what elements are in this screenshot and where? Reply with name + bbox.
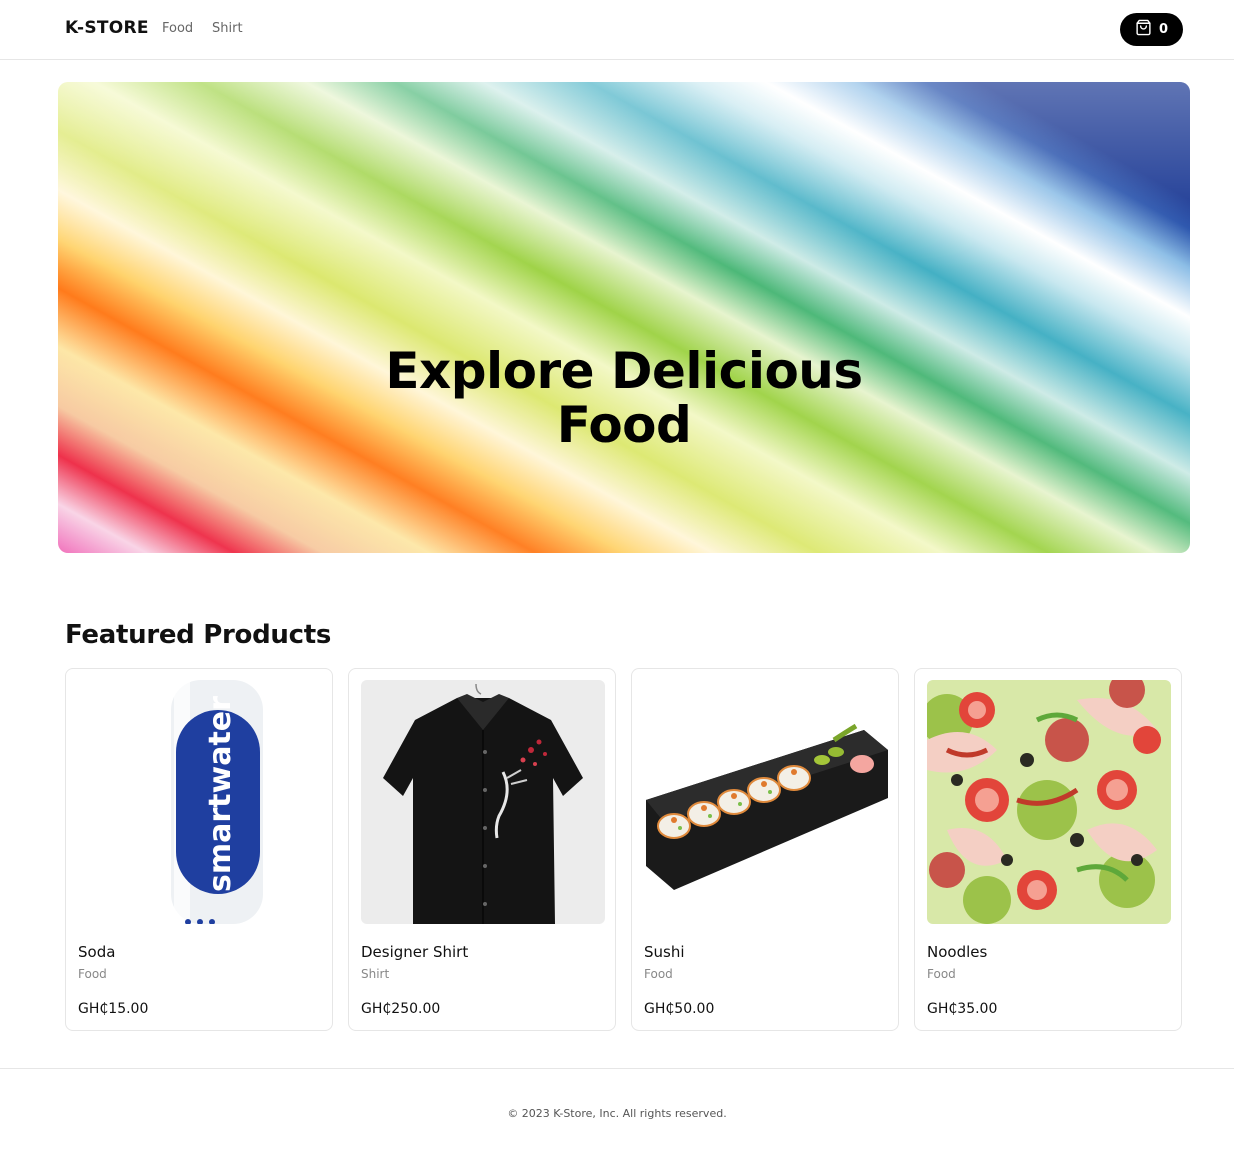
featured-products-heading: Featured Products [65, 620, 332, 650]
hero-banner: Explore Delicious Food [58, 82, 1190, 553]
product-name: Soda [78, 943, 116, 961]
store-logo[interactable]: K-STORE [65, 18, 149, 38]
black-shirt-image[interactable] [361, 680, 605, 924]
product-name: Designer Shirt [361, 943, 469, 961]
salad-image[interactable] [927, 680, 1171, 924]
product-name: Sushi [644, 943, 685, 961]
nav-link-shirt[interactable]: Shirt [212, 21, 243, 36]
product-price: GH₵15.00 [78, 1001, 149, 1017]
copyright-text: © 2023 K-Store, Inc. All rights reserved… [507, 1107, 727, 1120]
cart-button[interactable]: 0 [1120, 13, 1183, 46]
hero-background-image [58, 82, 1190, 553]
shopping-bag-icon [1135, 19, 1152, 40]
cart-count: 0 [1158, 22, 1169, 37]
product-price: GH₵35.00 [927, 1001, 998, 1017]
product-price: GH₵250.00 [361, 1001, 441, 1017]
product-card-noodles[interactable]: Noodles Food GH₵35.00 [914, 668, 1182, 1031]
hero-title-line-1: Explore Delicious [385, 342, 863, 400]
product-name: Noodles [927, 943, 988, 961]
product-card-soda[interactable]: smartwater Soda Food GH₵15.00 [65, 668, 333, 1031]
product-card-designer-shirt[interactable]: Designer Shirt Shirt GH₵250.00 [348, 668, 616, 1031]
site-footer: © 2023 K-Store, Inc. All rights reserved… [0, 1068, 1234, 1156]
water-bottle-image[interactable]: smartwater [78, 680, 322, 924]
sushi-platter-image[interactable] [644, 680, 888, 924]
site-header: K-STORE Food Shirt 0 [0, 0, 1234, 60]
product-category: Food [78, 967, 107, 981]
product-category: Shirt [361, 967, 390, 981]
hero-title: Explore Delicious Food [58, 344, 1190, 452]
product-category: Food [644, 967, 673, 981]
product-category: Food [927, 967, 956, 981]
product-price: GH₵50.00 [644, 1001, 715, 1017]
smartwater-label-text: smartwater [203, 696, 238, 892]
hero-title-line-2: Food [556, 396, 692, 454]
product-card-sushi[interactable]: Sushi Food GH₵50.00 [631, 668, 899, 1031]
nav-link-food[interactable]: Food [162, 21, 193, 36]
